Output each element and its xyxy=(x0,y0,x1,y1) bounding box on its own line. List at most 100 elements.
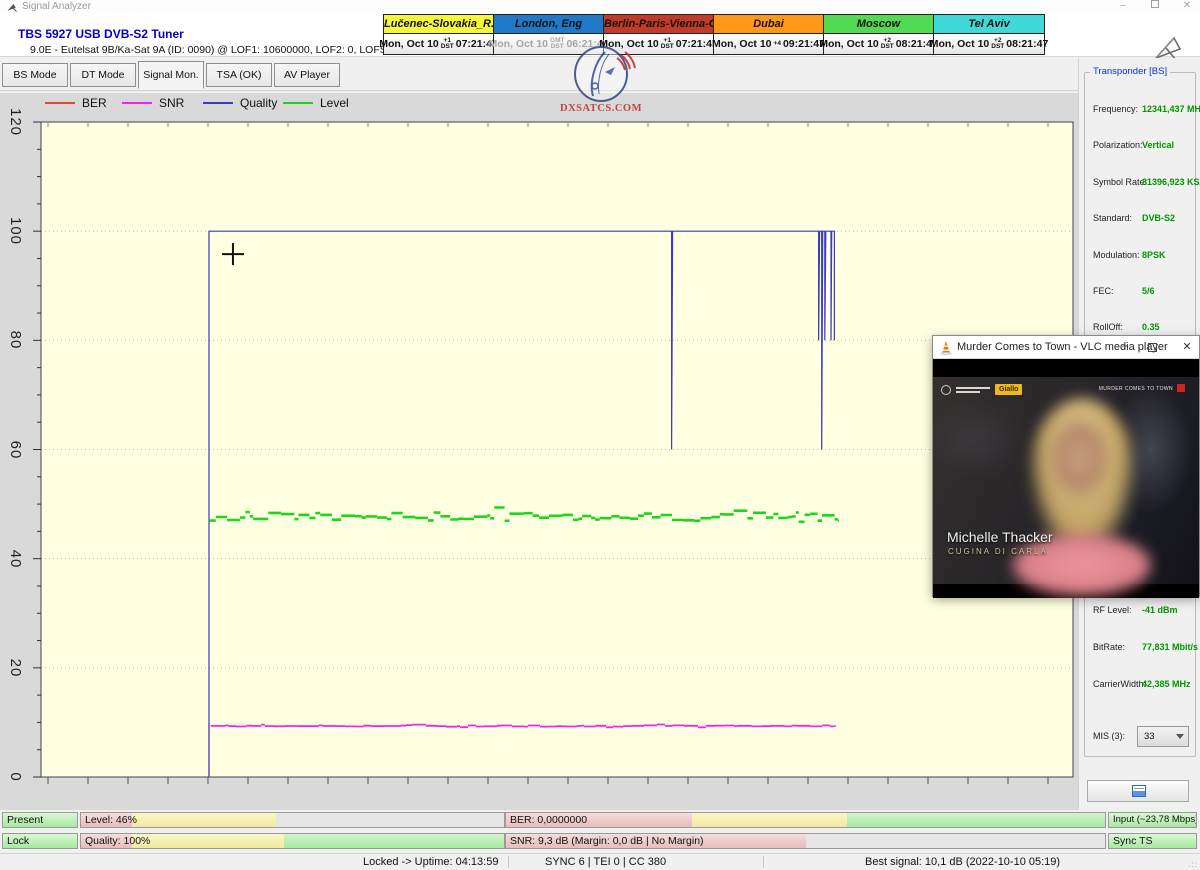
clock-time: Mon, Oct 10+409:21:47 xyxy=(714,34,823,54)
transponder-group-title: Transponder [BS] xyxy=(1090,66,1170,77)
clock-tz: +2DST xyxy=(881,38,894,50)
mis-dropdown[interactable]: 33 xyxy=(1137,726,1189,747)
field-label: RF Level: xyxy=(1093,605,1132,615)
field-label: Symbol Rate: xyxy=(1093,177,1147,187)
clock-dst: DST xyxy=(441,44,454,50)
field-value: -41 dBm xyxy=(1142,605,1178,615)
signal-plot[interactable] xyxy=(0,93,1078,810)
statusbar-separator xyxy=(763,856,764,868)
transponder-field: BitRate:77,831 Mbit/s xyxy=(1085,642,1197,654)
vlc-minimize-button[interactable]: – xyxy=(1117,340,1133,352)
clock-city: Tel Aviv xyxy=(934,15,1044,34)
tab-signal-mon-[interactable]: Signal Mon. xyxy=(138,61,204,89)
tab-dt-mode[interactable]: DT Mode xyxy=(70,63,136,87)
vlc-close-button[interactable]: ✕ xyxy=(1179,340,1195,353)
clock-dst: DST xyxy=(551,44,564,50)
transponder-field: Standard: DVB-S2 xyxy=(1085,213,1197,225)
window-maximize-button[interactable] xyxy=(1146,0,1164,11)
field-value: 8PSK xyxy=(1142,250,1166,260)
transponder-field: Symbol Rate:31396,923 KS/s xyxy=(1085,177,1197,189)
caption-role: CUGINA DI CARLA xyxy=(948,547,1048,556)
clock-berlin-paris-vienna-cairo: Berlin-Paris-Vienna-CairoMon, Oct 10+1DS… xyxy=(604,15,714,54)
transponder-field: Modulation:8PSK xyxy=(1085,250,1197,262)
clock-hms: 08:21:47 xyxy=(1006,38,1048,50)
clock-dubai: DubaiMon, Oct 10+409:21:47 xyxy=(714,15,824,54)
clock-time: Mon, Oct 10+1DST07:21:47 xyxy=(384,34,493,54)
field-value: 12341,437 MHz xyxy=(1142,104,1200,114)
status-bar: Locked -> Uptime: 04:13:59 SYNC 6 | TEI … xyxy=(0,853,1200,870)
lock-label: Lock xyxy=(7,834,29,848)
clock-moscow: MoscowMon, Oct 10+2DST08:21:47 xyxy=(824,15,934,54)
clock-offset: +4 xyxy=(774,41,781,47)
statusbar-separator xyxy=(508,856,509,868)
channel-logo-text xyxy=(956,385,990,395)
mis-label: MIS (3): xyxy=(1093,731,1125,741)
snr-gauge: SNR: 9,3 dB (Margin: 0,0 dB | No Margin) xyxy=(505,833,1106,849)
tab-bs-mode[interactable]: BS Mode xyxy=(2,63,68,87)
sidebar-tool-button[interactable] xyxy=(1087,780,1189,802)
clock-time: Mon, Oct 10GMTDST06:21:47 xyxy=(494,34,603,54)
vlc-video-frame[interactable]: Giallo MURDER COMES TO TOWN Michelle Tha… xyxy=(933,359,1199,598)
gauge-segment-green xyxy=(847,813,1105,827)
channel-logo: Giallo xyxy=(941,384,1022,395)
tab-av-player[interactable]: AV Player xyxy=(274,63,340,87)
tab-tsa-ok-[interactable]: TSA (OK) xyxy=(206,63,272,87)
window-minimize-button[interactable]: – xyxy=(1114,0,1132,11)
clock-city: Moscow xyxy=(824,15,933,34)
field-label: CarrierWidth: xyxy=(1093,679,1146,689)
clock-tz: GMTDST xyxy=(550,38,564,50)
gauge-segment-yellow xyxy=(132,813,276,827)
vlc-title-bar[interactable]: Murder Comes to Town - VLC media player … xyxy=(933,336,1199,359)
clock-time: Mon, Oct 10+2DST08:21:47 xyxy=(824,34,933,54)
field-label: RollOff: xyxy=(1093,322,1123,332)
best-signal-status: Best signal: 10,1 dB (2022-10-10 05:19) xyxy=(865,856,1060,868)
clock-dst: DST xyxy=(991,44,1004,50)
sync-ts-label: Sync TS xyxy=(1113,834,1153,848)
window-close-button[interactable]: ✕ xyxy=(1178,0,1196,11)
tab-bar: BS ModeDT ModeSignal Mon.TSA (OK)AV Play… xyxy=(0,58,1200,91)
field-value: 31396,923 KS/s xyxy=(1142,177,1200,187)
field-value: 42,385 MHz xyxy=(1142,679,1191,689)
clock-date: Mon, Oct 10 xyxy=(599,38,659,50)
video-figure-face xyxy=(1053,423,1106,493)
clock-time: Mon, Oct 10+2DST08:21:47 xyxy=(934,34,1044,54)
gauge-segment-yellow xyxy=(132,834,284,848)
caption-name: Michelle Thacker xyxy=(947,529,1053,545)
export-window-icon xyxy=(1132,785,1146,797)
quality-gauge: Quality: 100% xyxy=(80,833,505,849)
field-value: 77,831 Mbit/s xyxy=(1142,642,1198,652)
clock-lu-enec-slovakia-r-d-vid: Lučenec-Slovakia_R.DávidMon, Oct 10+1DST… xyxy=(384,15,494,54)
app-title: Signal Analyzer xyxy=(22,1,91,12)
field-label: Standard: xyxy=(1093,213,1132,223)
clock-city: Berlin-Paris-Vienna-Cairo xyxy=(604,15,713,34)
clock-london-eng: London, EngMon, Oct 10GMTDST06:21:47 xyxy=(494,15,604,54)
ber-gauge: BER: 0,0000000 xyxy=(505,812,1106,828)
clock-tz: +2DST xyxy=(991,38,1004,50)
clock-city: London, Eng xyxy=(494,15,603,34)
gauge-segment-yellow xyxy=(692,813,848,827)
tuner-subtitle: 9.0E - Eutelsat 9B/Ka-Sat 9A (ID: 0090) … xyxy=(30,44,408,56)
title-bar: Signal Analyzer – ✕ xyxy=(0,0,1200,14)
clock-tz: +4 xyxy=(774,41,781,47)
clock-tz: +1DST xyxy=(661,38,674,50)
channel-logo-icon xyxy=(941,385,951,395)
giallo-badge: Giallo xyxy=(995,384,1022,395)
gauge-label: Quality: 100% xyxy=(85,834,150,848)
input-indicator: Input (~23,78 Mbps) xyxy=(1108,812,1197,828)
app-icon xyxy=(6,1,18,13)
lock-indicator: Lock xyxy=(2,833,78,849)
field-value: Vertical xyxy=(1142,140,1174,150)
field-value: DVB-S2 xyxy=(1142,213,1175,223)
clock-date: Mon, Oct 10 xyxy=(819,38,879,50)
video-still: Giallo MURDER COMES TO TOWN Michelle Tha… xyxy=(933,377,1199,584)
resize-grip[interactable]: .:: xyxy=(1188,860,1198,869)
vlc-window-title: Murder Comes to Town - VLC media player xyxy=(957,341,1168,353)
field-value: 0.35 xyxy=(1142,322,1160,332)
gauge-label: Level: 46% xyxy=(85,813,137,827)
clock-date: Mon, Oct 10 xyxy=(489,38,549,50)
field-label: Modulation: xyxy=(1093,250,1140,260)
signal-analyzer-window: Signal Analyzer – ✕ TBS 5927 USB DVB-S2 … xyxy=(0,0,1200,870)
vlc-maximize-button[interactable] xyxy=(1148,343,1157,352)
clock-dst: DST xyxy=(881,44,894,50)
gauge-label: BER: 0,0000000 xyxy=(510,813,587,827)
